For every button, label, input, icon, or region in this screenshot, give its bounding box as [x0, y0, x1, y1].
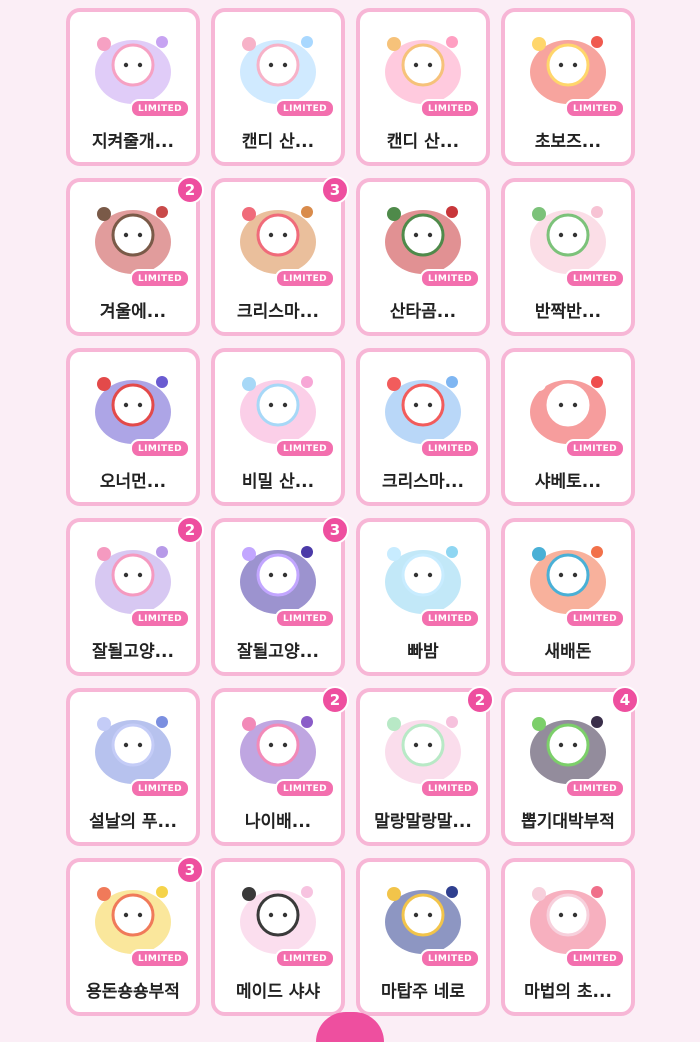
- count-badge: 2: [176, 176, 204, 204]
- limited-badge: LIMITED: [565, 609, 625, 628]
- item-title: 캔디 산...: [241, 132, 315, 152]
- item-card[interactable]: LIMITED 설날의 푸...: [66, 688, 200, 846]
- count-badge: 2: [176, 516, 204, 544]
- count-badge: 2: [466, 686, 494, 714]
- count-badge: 2: [321, 686, 349, 714]
- item-title: 용돈숑숑부적: [86, 982, 180, 1002]
- item-card[interactable]: LIMITED 반짝반...: [501, 178, 635, 336]
- limited-badge: LIMITED: [420, 99, 480, 118]
- limited-badge: LIMITED: [275, 609, 335, 628]
- count-badge: 3: [321, 176, 349, 204]
- limited-badge: LIMITED: [275, 439, 335, 458]
- item-card[interactable]: LIMITED 잘될고양... 2: [66, 516, 204, 676]
- item-card[interactable]: LIMITED 산타곰...: [356, 178, 490, 336]
- limited-badge: LIMITED: [565, 99, 625, 118]
- item-title: 샤베토...: [534, 472, 602, 492]
- item-title: 말랑말랑말...: [374, 812, 472, 832]
- limited-badge: LIMITED: [275, 949, 335, 968]
- limited-badge: LIMITED: [420, 439, 480, 458]
- limited-badge: LIMITED: [130, 949, 190, 968]
- item-card[interactable]: LIMITED 새배돈: [501, 518, 635, 676]
- limited-badge: LIMITED: [565, 269, 625, 288]
- item-card[interactable]: LIMITED 캔디 산...: [356, 8, 490, 166]
- item-title: 크리스마...: [237, 302, 319, 322]
- item-card[interactable]: LIMITED 마탑주 네로: [356, 858, 490, 1016]
- item-title: 나이배...: [244, 812, 312, 832]
- limited-badge: LIMITED: [130, 269, 190, 288]
- limited-badge: LIMITED: [130, 99, 190, 118]
- item-title: 빠밤: [407, 642, 439, 662]
- item-title: 크리스마...: [382, 472, 464, 492]
- item-card[interactable]: LIMITED 나이배... 2: [211, 686, 349, 846]
- item-title: 새배돈: [544, 642, 592, 662]
- limited-badge: LIMITED: [420, 779, 480, 798]
- item-title: 지켜줄개...: [92, 132, 174, 152]
- item-title: 마탑주 네로: [380, 982, 466, 1002]
- item-card[interactable]: LIMITED 뽑기대박부적 4: [501, 686, 639, 846]
- item-title: 겨울에...: [99, 302, 167, 322]
- item-card[interactable]: LIMITED 초보즈...: [501, 8, 635, 166]
- item-card[interactable]: LIMITED 잘될고양... 3: [211, 516, 349, 676]
- limited-badge: LIMITED: [130, 609, 190, 628]
- item-title: 뽑기대박부적: [521, 812, 615, 832]
- item-card[interactable]: LIMITED 크리스마...: [356, 348, 490, 506]
- limited-badge: LIMITED: [130, 779, 190, 798]
- item-card[interactable]: LIMITED 말랑말랑말... 2: [356, 686, 494, 846]
- item-title: 메이드 샤샤: [235, 982, 321, 1002]
- item-title: 오너먼...: [99, 472, 167, 492]
- item-title: 비밀 산...: [241, 472, 315, 492]
- limited-badge: LIMITED: [275, 99, 335, 118]
- item-title: 잘될고양...: [92, 642, 174, 662]
- item-grid: LIMITED 지켜줄개... LIMITED 캔디 산... LIMITED 캔디 산.…: [66, 8, 639, 1016]
- item-card[interactable]: LIMITED 빠밤: [356, 518, 490, 676]
- item-card[interactable]: LIMITED 겨울에... 2: [66, 176, 204, 336]
- limited-badge: LIMITED: [275, 779, 335, 798]
- limited-badge: LIMITED: [420, 269, 480, 288]
- item-card[interactable]: LIMITED 용돈숑숑부적 3: [66, 856, 204, 1016]
- count-badge: 3: [321, 516, 349, 544]
- item-card[interactable]: LIMITED 비밀 산...: [211, 348, 345, 506]
- item-title: 잘될고양...: [237, 642, 319, 662]
- item-card[interactable]: LIMITED 크리스마... 3: [211, 176, 349, 336]
- item-card[interactable]: LIMITED 메이드 샤샤: [211, 858, 345, 1016]
- limited-badge: LIMITED: [420, 609, 480, 628]
- bottom-action-button[interactable]: [316, 1012, 384, 1042]
- item-title: 산타곰...: [389, 302, 457, 322]
- item-card[interactable]: LIMITED 오너먼...: [66, 348, 200, 506]
- item-title: 설날의 푸...: [89, 812, 177, 832]
- item-title: 캔디 산...: [386, 132, 460, 152]
- limited-badge: LIMITED: [275, 269, 335, 288]
- limited-badge: LIMITED: [565, 949, 625, 968]
- item-card[interactable]: LIMITED 샤베토...: [501, 348, 635, 506]
- count-badge: 3: [176, 856, 204, 884]
- limited-badge: LIMITED: [130, 439, 190, 458]
- item-card[interactable]: LIMITED 마법의 초...: [501, 858, 635, 1016]
- limited-badge: LIMITED: [420, 949, 480, 968]
- limited-badge: LIMITED: [565, 439, 625, 458]
- item-title: 초보즈...: [534, 132, 602, 152]
- count-badge: 4: [611, 686, 639, 714]
- item-title: 반짝반...: [534, 302, 602, 322]
- item-card[interactable]: LIMITED 캔디 산...: [211, 8, 345, 166]
- item-title: 마법의 초...: [524, 982, 612, 1002]
- limited-badge: LIMITED: [565, 779, 625, 798]
- item-card[interactable]: LIMITED 지켜줄개...: [66, 8, 200, 166]
